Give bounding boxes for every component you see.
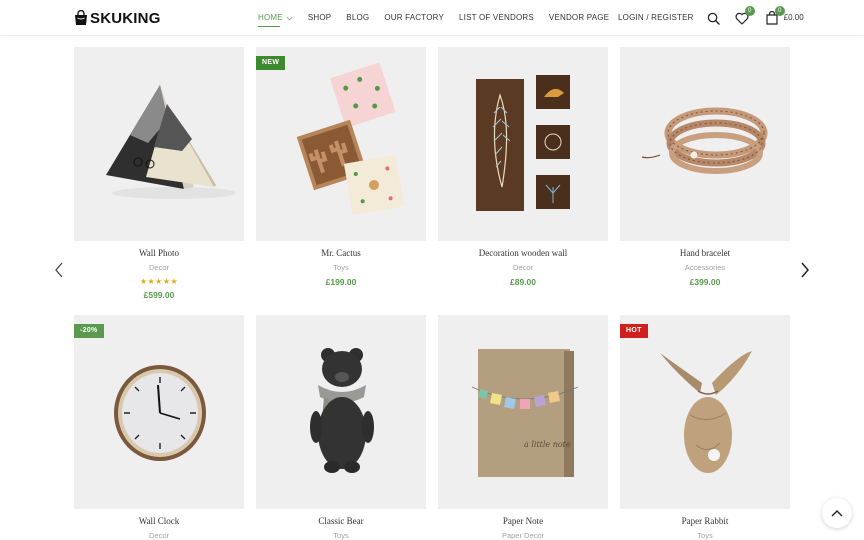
nav-item-our-factory[interactable]: OUR FACTORY bbox=[384, 12, 444, 24]
logo[interactable]: SKUKING bbox=[74, 8, 161, 28]
product-title[interactable]: Classic Bear bbox=[256, 516, 426, 527]
product-title[interactable]: Paper Rabbit bbox=[620, 516, 790, 527]
mr-cactus-image bbox=[296, 62, 405, 216]
product-title[interactable]: Mr. Cactus bbox=[256, 248, 426, 259]
product-card: a little note Paper Note Paper Decor bbox=[438, 315, 608, 540]
chevron-right-icon bbox=[801, 262, 809, 278]
new-tag: NEW bbox=[256, 56, 286, 70]
paper-rabbit-image bbox=[660, 351, 752, 473]
site-header: SKUKING HOME SHOP BLOG OUR FACTORY LIST … bbox=[0, 0, 864, 36]
product-price: £89.00 bbox=[510, 277, 536, 287]
product-category[interactable]: Toys bbox=[620, 531, 790, 540]
nav-item-shop[interactable]: SHOP bbox=[308, 12, 331, 24]
nav-item-blog[interactable]: BLOG bbox=[346, 12, 369, 24]
product-card: Wall Photo Decor ★★★★★ £599.00 bbox=[74, 47, 244, 301]
product-image[interactable]: a little note bbox=[438, 315, 608, 509]
product-card: -20% Wall Clock Decor bbox=[74, 315, 244, 540]
carousel-next-button[interactable] bbox=[798, 261, 812, 279]
nav-item-label: LIST OF VENDORS bbox=[459, 13, 534, 22]
product-card: NEW Mr. Cactus Toys £199.00 bbox=[256, 47, 426, 288]
discount-tag: -20% bbox=[74, 324, 104, 338]
nav-item-label: VENDOR PAGE bbox=[548, 13, 610, 22]
rating-stars: ★★★★★ bbox=[139, 277, 179, 286]
product-image[interactable]: -20% bbox=[74, 315, 244, 509]
wall-clock-image bbox=[114, 365, 206, 461]
main-nav: HOME SHOP BLOG OUR FACTORY LIST OF VENDO… bbox=[258, 12, 624, 27]
product-category[interactable]: Decor bbox=[74, 531, 244, 540]
nav-item-label: BLOG bbox=[346, 13, 370, 22]
product-price: £399.00 bbox=[689, 277, 721, 287]
product-category[interactable]: Decor bbox=[74, 263, 244, 273]
product-image[interactable]: HOT bbox=[620, 315, 790, 509]
hot-tag: HOT bbox=[620, 324, 648, 338]
paper-note-image: a little note bbox=[471, 349, 579, 477]
product-category[interactable]: Toys bbox=[256, 531, 426, 540]
product-price: £199.00 bbox=[325, 277, 357, 287]
header-actions: LOGIN / REGISTER 0 0 £0.00 bbox=[618, 6, 804, 26]
product-title[interactable]: Wall Photo bbox=[74, 248, 244, 259]
decoration-wooden-wall-image bbox=[476, 75, 570, 211]
product-price: £599.00 bbox=[143, 290, 175, 300]
note-handwriting: a little note bbox=[524, 440, 571, 449]
login-register-link[interactable]: LOGIN / REGISTER bbox=[618, 11, 694, 25]
nav-item-label: SHOP bbox=[307, 13, 332, 22]
product-category[interactable]: Accessories bbox=[620, 263, 790, 273]
chevron-up-icon bbox=[831, 510, 843, 517]
product-title[interactable]: Decoration wooden wall bbox=[438, 248, 608, 259]
product-card: HOT Paper Rabbit Toys bbox=[620, 315, 790, 540]
product-image[interactable]: NEW bbox=[256, 47, 426, 241]
nav-item-label: HOME bbox=[258, 13, 283, 22]
hand-bracelet-image bbox=[641, 107, 768, 174]
search-button[interactable] bbox=[706, 10, 722, 26]
nav-item-list-of-vendors[interactable]: LIST OF VENDORS bbox=[459, 12, 534, 24]
cart-button[interactable]: 0 bbox=[764, 6, 785, 26]
shopping-bag-icon bbox=[74, 9, 88, 26]
product-title[interactable]: Paper Note bbox=[438, 516, 608, 527]
nav-item-vendor-page[interactable]: VENDOR PAGE bbox=[549, 12, 609, 24]
product-title[interactable]: Hand bracelet bbox=[620, 248, 790, 259]
carousel-prev-button[interactable] bbox=[52, 261, 66, 279]
nav-item-label: OUR FACTORY bbox=[384, 13, 445, 22]
cart-count-badge: 0 bbox=[774, 6, 785, 16]
cart-total[interactable]: £0.00 bbox=[784, 11, 804, 25]
product-card: Hand bracelet Accessories £399.00 bbox=[620, 47, 790, 288]
product-category[interactable]: Toys bbox=[256, 263, 426, 273]
product-image[interactable] bbox=[74, 47, 244, 241]
classic-bear-image bbox=[310, 348, 374, 473]
product-category[interactable]: Decor bbox=[438, 263, 608, 273]
wall-photo-image bbox=[106, 85, 236, 199]
product-category[interactable]: Paper Decor bbox=[438, 531, 608, 540]
scroll-to-top-button[interactable] bbox=[822, 498, 852, 528]
product-title[interactable]: Wall Clock bbox=[74, 516, 244, 527]
search-icon bbox=[707, 12, 720, 25]
logo-text: SKUKING bbox=[90, 9, 161, 27]
product-card: Classic Bear Toys bbox=[256, 315, 426, 540]
product-card: Decoration wooden wall Decor £89.00 bbox=[438, 47, 608, 288]
chevron-left-icon bbox=[55, 262, 63, 278]
product-image[interactable] bbox=[438, 47, 608, 241]
wishlist-button[interactable]: 0 bbox=[734, 6, 755, 26]
chevron-down-icon bbox=[286, 16, 293, 20]
nav-item-home[interactable]: HOME bbox=[258, 12, 293, 27]
product-image[interactable] bbox=[620, 47, 790, 241]
product-image[interactable] bbox=[256, 315, 426, 509]
wishlist-count-badge: 0 bbox=[744, 6, 755, 16]
